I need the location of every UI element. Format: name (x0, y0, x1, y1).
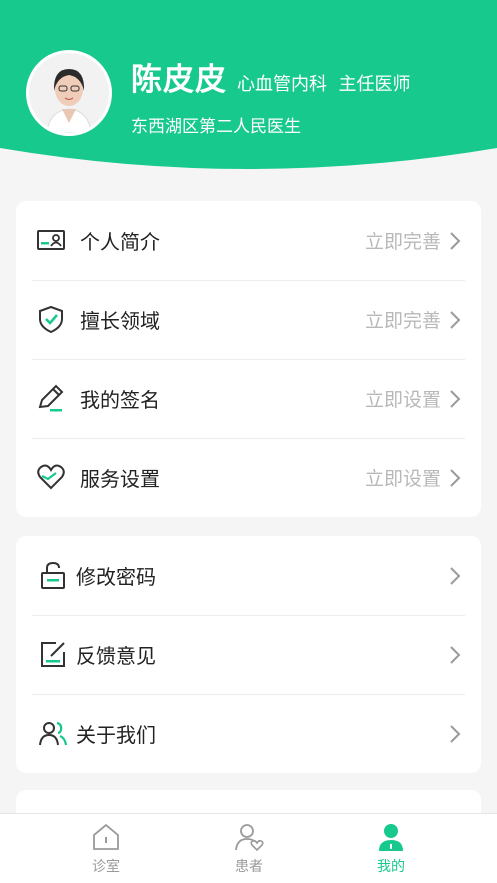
menu-item-label: 擅长领域 (80, 309, 160, 333)
menu-item-value: 立即设置 (364, 389, 441, 411)
menu-item-expertise[interactable]: 擅长领域 立即完善 (16, 280, 481, 359)
account-settings-card: 修改密码 反馈意见 关于我们 (16, 536, 481, 773)
pen-icon (38, 384, 64, 412)
chevron-right-icon (450, 567, 461, 585)
menu-item-feedback[interactable]: 反馈意见 (16, 615, 481, 694)
tab-label: 我的 (377, 859, 405, 875)
menu-item-change-password[interactable]: 修改密码 (16, 536, 481, 615)
chevron-right-icon (450, 232, 461, 250)
home-icon (93, 823, 119, 850)
chevron-right-icon (450, 311, 461, 329)
menu-item-intro[interactable]: 个人简介 立即完善 (16, 201, 481, 280)
patient-icon (235, 824, 264, 852)
profile-card-icon (37, 230, 65, 250)
unlock-icon (41, 561, 65, 589)
menu-item-value: 立即完善 (364, 310, 441, 332)
me-icon (379, 824, 403, 851)
tab-clinic[interactable]: 诊室 (23, 814, 189, 883)
chevron-right-icon (450, 469, 461, 487)
users-icon (39, 721, 68, 746)
profile-header: 陈皮皮 心血管内科 主任医师 东西湖区第二人民医生 (0, 0, 497, 180)
menu-item-about-us[interactable]: 关于我们 (16, 694, 481, 773)
menu-item-signature[interactable]: 我的签名 立即设置 (16, 359, 481, 438)
menu-item-service-settings[interactable]: 服务设置 立即设置 (16, 438, 481, 517)
doctor-name: 陈皮皮 (131, 62, 227, 98)
menu-item-value: 立即完善 (364, 231, 441, 253)
profile-settings-card: 个人简介 立即完善 擅长领域 立即完善 我的签名 立即设置 服务设置 立即设置 (16, 201, 481, 517)
tab-me[interactable]: 我的 (308, 814, 474, 883)
feedback-edit-icon (41, 642, 65, 667)
menu-item-label: 修改密码 (76, 565, 156, 589)
chevron-right-icon (450, 725, 461, 743)
shield-check-icon (39, 305, 63, 334)
menu-item-label: 反馈意见 (76, 644, 156, 668)
menu-item-label: 关于我们 (76, 723, 156, 747)
menu-item-label: 服务设置 (80, 467, 160, 491)
doctor-hospital: 东西湖区第二人民医生 (131, 117, 301, 137)
chevron-right-icon (450, 646, 461, 664)
menu-item-value: 立即设置 (364, 468, 441, 490)
avatar[interactable] (26, 50, 112, 136)
menu-item-label: 个人简介 (80, 230, 160, 254)
doctor-title: 心血管内科 主任医师 (237, 74, 411, 95)
menu-item-label: 我的签名 (80, 388, 160, 412)
bottom-tab-bar: 诊室 患者 我的 (0, 813, 497, 883)
heart-icon (37, 464, 65, 490)
chevron-right-icon (450, 390, 461, 408)
tab-label: 诊室 (92, 859, 120, 875)
